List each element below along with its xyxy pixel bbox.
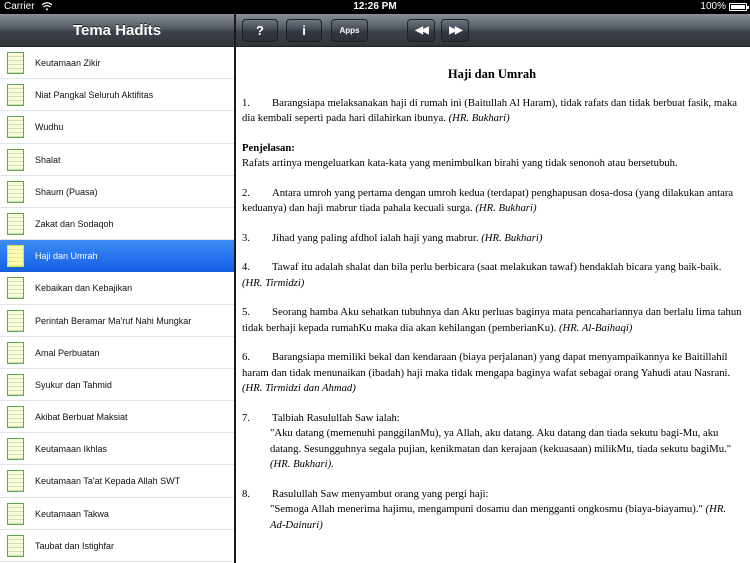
document-icon — [7, 341, 24, 364]
sidebar-item-label: Keutamaan Zikir — [35, 58, 101, 68]
document-icon — [7, 502, 24, 525]
sidebar-item[interactable]: Kebaikan dan Kebajikan — [0, 272, 234, 305]
hadith-item: 5. Seorang hamba Aku sehatkan tubuhnya d… — [242, 306, 742, 334]
sidebar-item-label: Niat Pangkal Seluruh Aktifitas — [35, 90, 154, 101]
sidebar-item[interactable]: Wudhu — [0, 111, 234, 144]
sidebar-item-label: Zakat dan Sodaqoh — [35, 218, 114, 229]
sidebar-item-label: Shaum (Puasa) — [35, 186, 98, 197]
hadith-item: 2. Antara umroh yang pertama dengan umro… — [242, 186, 734, 215]
sidebar-item-label: Keutamaan Takwa — [35, 508, 109, 519]
battery-icon — [729, 3, 749, 11]
skip-back-icon: ◀◀ — [415, 25, 428, 36]
page-title: Haji dan Umrah — [447, 67, 537, 81]
sidebar-item-label: Amal Perbuatan — [35, 347, 100, 358]
sidebar-item[interactable]: Shalat — [0, 143, 234, 176]
sidebar-item-label: Kebaikan dan Kebajikan — [35, 283, 133, 294]
sidebar: Tema Hadits Keutamaan Zikir Niat Pangkal … — [0, 14, 234, 563]
info-button[interactable]: i — [286, 19, 322, 42]
hadith-item: 7. Talbiah Rasulullah Saw ialah: "Aku da… — [242, 411, 732, 471]
hadith-item: 8. Rasulullah Saw menyambut orang yang p… — [242, 487, 727, 531]
hadith-content: Haji dan Umrah 1. Barangsiapa melaksanak… — [236, 47, 750, 533]
document-icon — [7, 277, 24, 300]
sidebar-item-label: Taubat dan Istighfar — [35, 540, 115, 551]
apps-button[interactable]: Apps — [331, 19, 368, 42]
sidebar-item[interactable]: Keutamaan Takwa — [0, 497, 234, 530]
sidebar-item-label: Shalat — [35, 154, 61, 165]
document-icon — [7, 309, 24, 332]
document-icon — [7, 84, 24, 107]
sidebar-item[interactable]: Keutamaan Zikir — [0, 47, 234, 80]
penjelasan-label: Penjelasan: — [242, 141, 295, 154]
sidebar-item-label: Perintah Beramar Ma'ruf Nahi Mungkar — [35, 315, 192, 326]
status-bar: Carrier 12:26 PM 100% — [0, 0, 750, 14]
sidebar-item[interactable]: Zakat dan Sodaqoh — [0, 207, 234, 241]
help-button[interactable]: ? — [242, 19, 278, 42]
sidebar-item[interactable]: Haji dan Umrah — [0, 240, 234, 273]
sidebar-item[interactable]: Perintah Beramar Ma'ruf Nahi Mungkar — [0, 304, 234, 337]
sidebar-item[interactable]: Akibat Berbuat Maksiat — [0, 401, 234, 434]
sidebar-item[interactable]: Keutamaan Ta'at Kepada Allah SWT — [0, 465, 234, 498]
previous-button[interactable]: ◀◀ — [407, 19, 435, 42]
clock: 12:26 PM — [353, 1, 397, 12]
sidebar-item-label: Wudhu — [35, 122, 64, 133]
sidebar-item[interactable]: Amal Perbuatan — [0, 336, 234, 369]
sidebar-item[interactable]: Niat Pangkal Seluruh Aktifitas — [0, 79, 234, 112]
hadith-item: 6. Barangsiapa memiliki bekal dan kendar… — [242, 351, 731, 394]
document-icon — [7, 180, 24, 203]
penjelasan: Penjelasan: Rafats artinya mengeluarkan … — [242, 141, 742, 172]
document-icon — [7, 52, 24, 74]
sidebar-title: Tema Hadits — [0, 14, 234, 47]
hadith-item: 1. Barangsiapa melaksanakan haji di ruma… — [242, 96, 738, 125]
document-icon — [7, 373, 24, 396]
hadith-item: 3. Jihad yang paling afdhol ialah haji y… — [242, 231, 543, 244]
sidebar-item-label: Syukur dan Tahmid — [35, 379, 112, 390]
sidebar-item[interactable]: Syukur dan Tahmid — [0, 368, 234, 402]
detail-pane: ? i Apps ◀◀ ▶▶ Haji dan Umrah 1. Barangs… — [236, 14, 750, 563]
sidebar-item-label: Akibat Berbuat Maksiat — [35, 412, 128, 423]
skip-forward-icon: ▶▶ — [449, 25, 462, 36]
document-icon — [7, 406, 24, 429]
sidebar-item-label: Haji dan Umrah — [35, 251, 98, 262]
document-icon — [7, 148, 24, 171]
topic-list: Keutamaan Zikir Niat Pangkal Seluruh Akti… — [0, 47, 234, 562]
sidebar-item[interactable]: Keutamaan Ikhlas — [0, 433, 234, 466]
sidebar-item-label: Keutamaan Ikhlas — [35, 444, 108, 455]
document-icon — [7, 470, 24, 493]
document-icon — [7, 438, 24, 461]
document-icon — [7, 116, 24, 139]
document-icon — [7, 245, 24, 268]
penjelasan-text: Rafats artinya mengeluarkan kata-kata ya… — [242, 157, 678, 169]
sidebar-item[interactable]: Shaum (Puasa) — [0, 175, 234, 208]
next-button[interactable]: ▶▶ — [441, 19, 469, 42]
battery-percent: 100% — [700, 1, 726, 12]
toolbar: ? i Apps ◀◀ ▶▶ — [236, 14, 750, 47]
sidebar-item-label: Keutamaan Ta'at Kepada Allah SWT — [35, 476, 181, 487]
hadith-item: 4. Tawaf itu adalah shalat dan bila perl… — [242, 261, 722, 289]
document-icon — [7, 212, 24, 235]
document-icon — [7, 534, 24, 557]
sidebar-item[interactable]: Taubat dan Istighfar — [0, 529, 234, 562]
